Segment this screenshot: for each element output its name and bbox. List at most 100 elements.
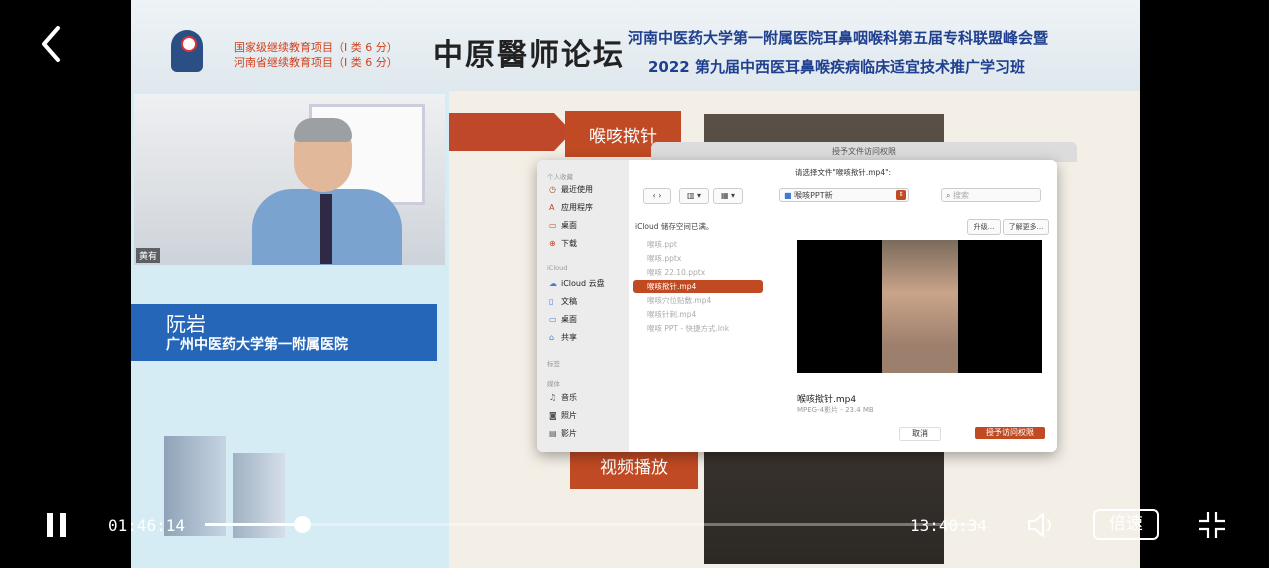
- sidebar-item-label: 桌面: [561, 221, 577, 230]
- progress-knob[interactable]: [293, 516, 311, 533]
- hospital-logo: [171, 30, 203, 72]
- back-button[interactable]: [36, 24, 70, 64]
- file-item[interactable]: 喉咳 22.10.pptx: [633, 266, 763, 279]
- sidebar-item-movies[interactable]: ▤ 影片: [549, 428, 577, 439]
- sidebar-item-applications[interactable]: A 应用程序: [549, 202, 593, 213]
- desktop-icon: ▭: [549, 221, 557, 230]
- film-icon: ▤: [549, 429, 557, 438]
- sidebar-header-personal: 个人收藏: [547, 173, 573, 181]
- learn-more-button[interactable]: 了解更多...: [1003, 219, 1049, 235]
- sidebar-item-icloud-desktop[interactable]: ▭ 桌面: [549, 314, 577, 325]
- forum-title: 中原醫师论坛: [433, 38, 625, 73]
- upgrade-button[interactable]: 升级...: [967, 219, 1001, 235]
- project-line-2: 河南省继续教育项目（I 类 6 分）: [234, 56, 398, 69]
- folder-select[interactable]: ■ 喉咳PPT新 ⇕: [779, 188, 909, 202]
- volume-button[interactable]: [1026, 510, 1058, 540]
- file-item-selected[interactable]: 喉咳揿针.mp4: [633, 280, 763, 293]
- back-forward-buttons[interactable]: ‹ ›: [643, 188, 671, 204]
- desktop-icon: ▭: [549, 315, 557, 324]
- speaker-panel: 黄有 阮岩 广州中医药大学第一附属医院: [131, 91, 449, 568]
- dialog-prompt: 请选择文件"喉咳揿针.mp4":: [794, 168, 892, 177]
- sidebar-item-photos[interactable]: ◙ 照片: [549, 410, 577, 421]
- music-icon: ♫: [549, 393, 557, 402]
- sidebar-item-label: 应用程序: [561, 203, 593, 212]
- speaker-nameplate: 阮岩 广州中医药大学第一附属医院: [131, 304, 437, 361]
- playback-speed-button[interactable]: 倍速: [1093, 509, 1159, 540]
- preview-file-info: MPEG-4影片 - 23.4 MB: [797, 406, 874, 414]
- file-access-dialog: 个人收藏 ◷ 最近使用 A 应用程序 ▭ 桌面 ⊕ 下载 iCloud ☁ iCloud …: [537, 160, 1057, 452]
- file-item[interactable]: 喉咳 PPT - 快捷方式.lnk: [633, 322, 763, 335]
- file-list: 喉咳.ppt 喉咳.pptx 喉咳 22.10.pptx 喉咳揿针.mp4 喉咳…: [629, 238, 777, 408]
- exit-fullscreen-button[interactable]: [1197, 510, 1227, 540]
- chevron-updown-icon: ⇕: [896, 190, 906, 200]
- chevron-left-right-icon: ‹ ›: [652, 191, 662, 200]
- sidebar-item-music[interactable]: ♫ 音乐: [549, 392, 577, 403]
- dialog-main: 请选择文件"喉咳揿针.mp4": ‹ › ▥ ▾ ▦ ▾ ■ 喉咳PPT新 ⇕ …: [629, 160, 1057, 452]
- sidebar-item-label: 共享: [561, 333, 577, 342]
- sidebar-item-label: 最近使用: [561, 185, 593, 194]
- preview-image: [882, 240, 958, 373]
- sidebar-item-desktop[interactable]: ▭ 桌面: [549, 220, 577, 231]
- speaker-name: 阮岩: [166, 312, 206, 336]
- icloud-notice: iCloud 储存空间已满。: [635, 222, 714, 231]
- pause-button[interactable]: [46, 512, 68, 538]
- sidebar-item-documents[interactable]: ▯ 文稿: [549, 296, 577, 307]
- progress-track[interactable]: [205, 523, 980, 526]
- progress-fill: [205, 523, 302, 526]
- search-placeholder: 搜索: [953, 191, 970, 200]
- view-toggle-button[interactable]: ▥ ▾: [679, 188, 709, 204]
- current-time: 01:46:14: [108, 516, 186, 535]
- grid-icon: ▦ ▾: [720, 191, 736, 200]
- slide-arrow-decoration: [449, 113, 572, 151]
- dialog-title-bar: 授予文件访问权限: [651, 142, 1077, 162]
- file-item[interactable]: 喉咳针刺.mp4: [633, 308, 763, 321]
- dialog-title: 授予文件访问权限: [832, 147, 896, 156]
- dialog-sidebar: 个人收藏 ◷ 最近使用 A 应用程序 ▭ 桌面 ⊕ 下载 iCloud ☁ iCloud …: [537, 160, 629, 452]
- clock-icon: ◷: [549, 185, 556, 194]
- cancel-button[interactable]: 取消: [899, 427, 941, 441]
- download-icon: ⊕: [549, 239, 556, 248]
- conference-title-line-1: 河南中医药大学第一附属医院耳鼻咽喉科第五届专科联盟峰会暨: [628, 29, 1049, 47]
- folder-name: 喉咳PPT新: [794, 191, 833, 200]
- video-preview: [797, 240, 1042, 373]
- sidebar-item-label: iCloud 云盘: [561, 279, 605, 288]
- sidebar-item-recent[interactable]: ◷ 最近使用: [549, 184, 593, 195]
- sidebar-item-downloads[interactable]: ⊕ 下载: [549, 238, 577, 249]
- document-icon: ▯: [549, 297, 554, 306]
- grant-access-button[interactable]: 授予访问权限: [975, 427, 1045, 439]
- sidebar-item-label: 桌面: [561, 315, 577, 324]
- project-line-1: 国家级继续教育项目（I 类 6 分）: [234, 41, 398, 54]
- speaker-camera: 黄有: [134, 94, 445, 265]
- cloud-icon: ☁: [549, 279, 557, 288]
- sidebar-header-tags: 标签: [547, 360, 560, 368]
- speaker-tie: [320, 194, 332, 264]
- pause-icon: [47, 513, 66, 537]
- sidebar-item-label: 影片: [561, 429, 577, 438]
- conference-banner: 国家级继续教育项目（I 类 6 分） 河南省继续教育项目（I 类 6 分） 中原…: [131, 0, 1140, 91]
- search-input[interactable]: ⌕ 搜索: [941, 188, 1041, 202]
- sidebar-item-label: 音乐: [561, 393, 577, 402]
- grid-view-button[interactable]: ▦ ▾: [713, 188, 743, 204]
- apps-icon: A: [549, 203, 555, 212]
- back-arrow-icon: [42, 26, 60, 62]
- total-duration: 13:40:34: [910, 516, 988, 535]
- column-view-icon: ▥ ▾: [686, 191, 702, 200]
- sidebar-item-label: 照片: [561, 411, 577, 420]
- camera-label: 黄有: [136, 248, 161, 263]
- sidebar-header-media: 媒体: [547, 380, 560, 388]
- preview-file-name: 喉咳揿针.mp4: [797, 395, 857, 405]
- sidebar-item-shared[interactable]: ⌂ 共享: [549, 332, 577, 343]
- sidebar-item-label: 下载: [561, 239, 577, 248]
- speaker-affiliation: 广州中医药大学第一附属医院: [166, 337, 348, 353]
- file-item[interactable]: 喉咳.ppt: [633, 238, 763, 251]
- search-icon: ⌕: [946, 191, 951, 200]
- file-item[interactable]: 喉咳穴位贴敷.mp4: [633, 294, 763, 307]
- sidebar-item-icloud-drive[interactable]: ☁ iCloud 云盘: [549, 278, 605, 289]
- folder-icon: ■: [784, 191, 792, 200]
- exit-fullscreen-icon: [1199, 512, 1225, 538]
- sidebar-header-icloud: iCloud: [547, 264, 568, 272]
- speaker-hair: [294, 118, 352, 142]
- camera-icon: ◙: [549, 411, 557, 420]
- video-frame[interactable]: 国家级继续教育项目（I 类 6 分） 河南省继续教育项目（I 类 6 分） 中原…: [131, 0, 1140, 568]
- file-item[interactable]: 喉咳.pptx: [633, 252, 763, 265]
